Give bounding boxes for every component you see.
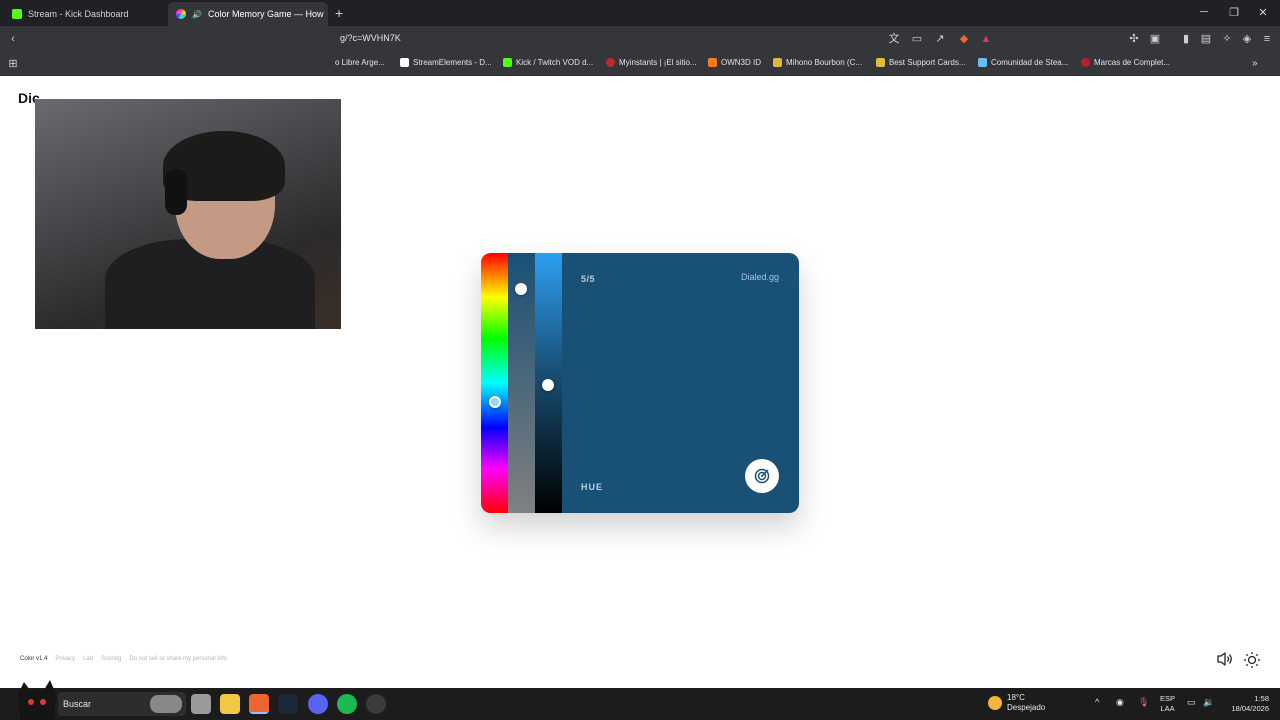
spotify-icon[interactable] <box>337 694 357 714</box>
mode-label: HUE <box>581 482 604 492</box>
menu-icon[interactable]: ≡ <box>1260 32 1274 46</box>
minimize-icon[interactable]: ─ <box>1197 6 1211 18</box>
tab-title: Color Memory Game — How <box>207 9 324 19</box>
language-indicator[interactable]: ESP LAA <box>1160 694 1175 714</box>
apps-grid-icon[interactable]: ⊞ <box>6 57 20 71</box>
bookmark-item[interactable]: o Libre Arge... <box>335 58 385 67</box>
search-label: Buscar <box>63 699 92 709</box>
wallet-icon[interactable]: ▤ <box>1199 32 1213 46</box>
kick-icon <box>503 58 512 67</box>
task-view-icon[interactable] <box>191 694 211 714</box>
clock-date: 18/04/2026 <box>1231 704 1269 713</box>
new-tab-button[interactable]: + <box>335 5 343 21</box>
tab-title: Stream - Kick Dashboard <box>28 9 129 19</box>
saturation-slider-handle[interactable] <box>515 283 527 295</box>
own3d-icon <box>708 58 717 67</box>
bookmark-item[interactable]: Best Support Cards... <box>876 58 965 67</box>
sidebar-icon[interactable]: ▮ <box>1179 32 1193 46</box>
target-icon <box>754 468 770 484</box>
cast-icon[interactable]: ▭ <box>910 32 924 46</box>
tab-color-memory-game[interactable]: 🔊 Color Memory Game — How ✕ <box>168 2 328 26</box>
microphone-icon[interactable]: 🎙 <box>1138 697 1149 708</box>
volume-icon[interactable]: 🔉 <box>1203 697 1214 708</box>
color-game-favicon-icon <box>176 9 186 19</box>
taskbar-search[interactable]: Buscar <box>58 692 186 716</box>
tab-kick-dashboard[interactable]: Stream - Kick Dashboard <box>4 2 166 26</box>
app-icon[interactable] <box>366 694 386 714</box>
search-highlight-icon <box>150 695 182 713</box>
round-counter: 5/5 <box>581 274 596 284</box>
clock-time: 1:58 <box>1254 694 1269 703</box>
taskbar-clock[interactable]: 1:58 18/04/2026 <box>1223 694 1269 714</box>
leo-ai-icon[interactable]: ✧ <box>1220 32 1234 46</box>
back-icon[interactable]: ‹ <box>6 32 20 46</box>
browser-toolbar: ‹ g/?c=WVHN7K 文 ▭ ↗ ◆ ▲ ✣ ▣ ▮ ▤ ✧ ◈ ≡ <box>0 26 1280 52</box>
share-icon[interactable]: ↗ <box>933 32 947 46</box>
weather-condition: Despejado <box>1007 703 1046 712</box>
brave-rewards-icon[interactable]: ▲ <box>979 32 993 46</box>
file-explorer-icon[interactable] <box>220 694 240 714</box>
footer-link-lab[interactable]: Lab <box>83 656 93 662</box>
mascot-overlay-icon <box>18 680 56 720</box>
theme-toggle-icon[interactable] <box>1243 651 1261 669</box>
webcam-overlay <box>35 99 341 329</box>
bookmark-item[interactable]: OWN3D ID <box>708 58 761 67</box>
steam-icon[interactable] <box>278 694 298 714</box>
extensions-icon[interactable]: ✣ <box>1127 32 1141 46</box>
page-footer: Color v1.4 Privacy Lab Scoring Do not se… <box>20 656 227 662</box>
tab-search-icon[interactable]: ▣ <box>1148 32 1162 46</box>
weather-temp: 18°C <box>1007 693 1025 702</box>
color-game-card: 5/5 Dialed.gg HUE <box>481 253 799 513</box>
moon-icon <box>988 696 1002 710</box>
discord-icon[interactable] <box>308 694 328 714</box>
footer-link-scoring[interactable]: Scoring <box>101 656 121 662</box>
address-bar[interactable]: g/?c=WVHN7K <box>340 33 401 43</box>
brave-browser-icon[interactable] <box>249 694 269 714</box>
bookmark-item[interactable]: Kick / Twitch VOD d... <box>503 58 593 67</box>
wifi-icon[interactable]: ▭ <box>1187 697 1196 708</box>
support-cards-icon <box>876 58 885 67</box>
bookmark-item[interactable]: Myinstants | ¡El sitio... <box>606 58 697 67</box>
hue-slider-handle[interactable] <box>489 396 501 408</box>
weather-widget[interactable]: 18°C Despejado <box>988 693 1045 713</box>
network-app-icon[interactable]: ◉ <box>1116 697 1124 708</box>
kick-favicon-icon <box>12 9 22 19</box>
translate-icon[interactable]: 文 <box>887 32 901 46</box>
footer-link-do-not-sell[interactable]: Do not sell or share my personal info <box>129 656 227 662</box>
brand-label: Dialed.gg <box>740 272 779 282</box>
tray-overflow-icon[interactable]: ^ <box>1095 697 1099 707</box>
page-content: Dic 5/5 Dialed.gg HUE Color v1.4 Privacy… <box>0 76 1280 688</box>
myinstants-icon <box>606 58 615 67</box>
browser-tab-bar: Stream - Kick Dashboard 🔊 Color Memory G… <box>0 0 1280 26</box>
close-window-icon[interactable]: ✕ <box>1256 6 1270 19</box>
bookmark-item[interactable]: Marcas de Complet... <box>1081 58 1170 67</box>
brightness-slider-handle[interactable] <box>542 379 554 391</box>
audio-playing-icon[interactable]: 🔊 <box>192 10 202 19</box>
submit-guess-button[interactable] <box>745 459 779 493</box>
bookmark-item[interactable]: StreamElements - D... <box>400 58 492 67</box>
anchor-icon <box>400 58 409 67</box>
bookmarks-overflow-icon[interactable]: » <box>1252 58 1258 69</box>
footer-link-privacy[interactable]: Privacy <box>55 656 75 662</box>
umamusume-icon <box>773 58 782 67</box>
bookmark-item[interactable]: Comunidad de Stea... <box>978 58 1068 67</box>
brave-shields-icon[interactable]: ◆ <box>957 32 971 46</box>
sound-toggle-icon[interactable] <box>1216 651 1234 667</box>
maximize-icon[interactable]: ❐ <box>1227 6 1241 19</box>
bookmark-favicon-icon <box>1081 58 1090 67</box>
steam-icon <box>978 58 987 67</box>
vpn-icon[interactable]: ◈ <box>1240 32 1254 46</box>
hue-slider[interactable] <box>481 253 508 513</box>
bookmark-item[interactable]: Mihono Bourbon (C... <box>773 58 862 67</box>
headset-icon <box>165 169 187 215</box>
version-label: Color v1.4 <box>20 656 48 662</box>
bookmarks-bar: ⊞ o Libre Arge... StreamElements - D... … <box>0 52 1280 76</box>
